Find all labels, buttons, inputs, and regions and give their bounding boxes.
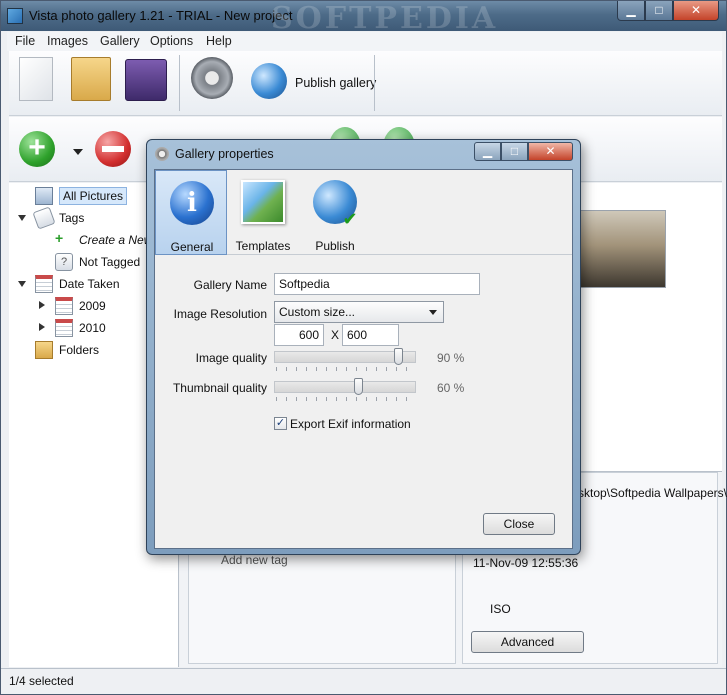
dropdown-caret-icon[interactable] <box>73 149 83 155</box>
calendar-icon <box>55 319 73 337</box>
thumbnail-quality-label: Thumbnail quality <box>172 381 267 395</box>
dialog-minimize-button[interactable]: ▁ <box>474 142 501 161</box>
minimize-button[interactable]: ▁ <box>617 1 645 21</box>
status-bar: 1/4 selected <box>1 668 726 694</box>
watermark: SOFTPEDIA <box>271 1 499 36</box>
menu-file[interactable]: File <box>15 34 35 48</box>
publish-globe-icon: ✔ <box>313 180 358 229</box>
expand-2010-icon[interactable] <box>39 323 45 331</box>
image-resolution-label: Image Resolution <box>173 307 267 321</box>
new-document-icon[interactable] <box>19 57 53 101</box>
expand-tags-icon[interactable] <box>18 215 26 221</box>
image-quality-value: 90 % <box>437 351 465 365</box>
close-dialog-button[interactable]: Close <box>483 513 555 535</box>
window-title: Vista photo gallery 1.21 - TRIAL - New p… <box>29 8 293 23</box>
image-quality-slider[interactable] <box>274 347 416 373</box>
new-tag-icon: + <box>55 230 64 246</box>
publish-gallery-button[interactable]: Publish gallery <box>295 76 376 90</box>
gallery-properties-dialog: Gallery properties ▁ □ ✕ i General Templ… <box>146 139 581 555</box>
sidebar-item-label: Create a New <box>79 233 153 247</box>
publish-globe-icon[interactable] <box>251 63 287 99</box>
height-input[interactable]: 600 <box>342 324 399 346</box>
toolbar-separator <box>179 55 180 111</box>
calendar-icon <box>55 297 73 315</box>
settings-gear-icon[interactable] <box>191 57 233 99</box>
image-thumbnail[interactable] <box>578 210 666 288</box>
gallery-name-input[interactable]: Softpedia <box>274 273 480 295</box>
dialog-maximize-button[interactable]: □ <box>501 142 528 161</box>
folder-icon <box>35 341 53 359</box>
main-toolbar: Publish gallery <box>9 51 722 116</box>
resolution-x-label: X <box>331 328 340 342</box>
toolbar-separator <box>374 55 375 111</box>
tag-icon <box>32 206 56 230</box>
expand-2009-icon[interactable] <box>39 301 45 309</box>
dialog-title: Gallery properties <box>175 147 274 161</box>
info-icon: i <box>170 181 214 225</box>
thumbnail-quality-value: 60 % <box>437 381 465 395</box>
chevron-down-icon <box>429 310 437 315</box>
templates-icon <box>241 180 285 224</box>
close-button[interactable]: ✕ <box>673 1 719 21</box>
tab-publish[interactable]: ✔ Publish <box>299 170 371 255</box>
menu-options[interactable]: Options <box>150 34 193 48</box>
add-plus-icon[interactable]: + <box>19 131 55 167</box>
add-new-tag[interactable]: Add new tag <box>221 553 288 567</box>
tab-label: General <box>170 240 214 254</box>
gallery-name-label: Gallery Name <box>193 278 267 292</box>
tab-label: Publish <box>315 239 355 253</box>
all-pictures-icon <box>35 187 53 205</box>
sidebar-item-label: Not Tagged <box>79 255 141 269</box>
selection-status: 1/4 selected <box>9 674 74 688</box>
slider-ticks <box>276 397 414 401</box>
sidebar-item-label: 2009 <box>79 299 106 313</box>
image-path: sktop\Softpedia Wallpapers\ <box>578 486 727 500</box>
open-folder-icon[interactable] <box>71 57 111 101</box>
image-resolution-value: Custom size... <box>279 305 356 319</box>
iso-label: ISO <box>490 602 511 616</box>
tab-strip: i General Templates ✔ Publish <box>155 170 572 255</box>
calendar-icon <box>35 275 53 293</box>
sidebar-item-label: All Pictures <box>59 187 128 205</box>
expand-date-icon[interactable] <box>18 281 26 287</box>
advanced-button[interactable]: Advanced <box>471 631 584 653</box>
gear-icon <box>155 147 169 161</box>
slider-thumb[interactable] <box>394 348 403 365</box>
tab-templates[interactable]: Templates <box>227 170 299 255</box>
menu-bar: File Images Gallery Options Help <box>7 32 722 51</box>
title-bar[interactable]: Vista photo gallery 1.21 - TRIAL - New p… <box>1 1 726 36</box>
menu-help[interactable]: Help <box>206 34 232 48</box>
menu-images[interactable]: Images <box>47 34 88 48</box>
thumbnail-quality-slider[interactable] <box>274 377 416 403</box>
export-exif-label[interactable]: Export Exif information <box>290 417 411 431</box>
remove-minus-icon[interactable] <box>95 131 131 167</box>
slider-thumb[interactable] <box>354 378 363 395</box>
app-icon <box>7 8 23 24</box>
date-taken-value: 11-Nov-09 12:55:36 <box>473 556 579 570</box>
save-disk-icon[interactable] <box>125 59 167 101</box>
export-exif-checkbox[interactable]: ✓ <box>274 417 287 430</box>
tab-general[interactable]: i General <box>155 170 227 255</box>
sidebar-item-label: 2010 <box>79 321 106 335</box>
slider-ticks <box>276 367 414 371</box>
menu-gallery[interactable]: Gallery <box>100 34 140 48</box>
dialog-close-button[interactable]: ✕ <box>528 142 573 161</box>
slider-track <box>274 381 416 393</box>
check-icon: ✔ <box>342 209 358 229</box>
sidebar-item-label: Tags <box>59 211 85 225</box>
tab-label: Templates <box>235 239 291 253</box>
width-input[interactable]: 600 <box>274 324 324 346</box>
sidebar-item-label: Date Taken <box>59 277 120 291</box>
image-resolution-select[interactable]: Custom size... <box>274 301 444 323</box>
maximize-button[interactable]: □ <box>645 1 673 21</box>
image-quality-label: Image quality <box>195 351 267 365</box>
untagged-icon: ? <box>55 253 73 271</box>
sidebar-item-label: Folders <box>59 343 100 357</box>
dialog-body: i General Templates ✔ Publish Gallery Na… <box>154 169 573 549</box>
